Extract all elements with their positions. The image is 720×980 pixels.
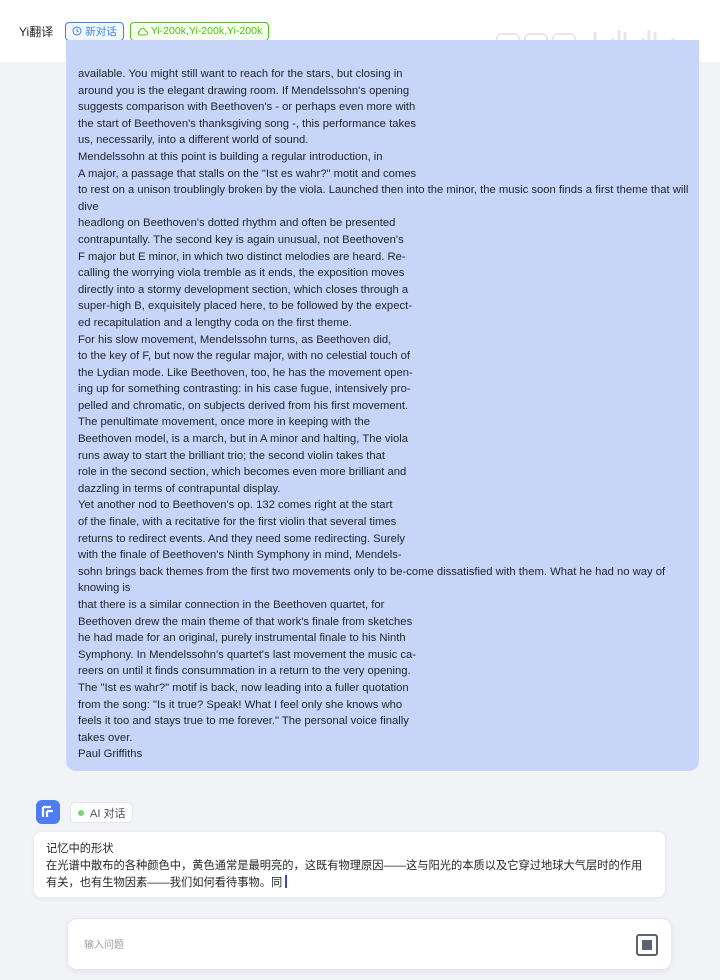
typing-cursor <box>285 875 288 888</box>
document-line: Paul Griffiths <box>78 748 143 761</box>
document-line: For his slow movement, Mendelssohn turns… <box>78 333 392 346</box>
document-line: the Lydian mode. Like Beethoven, too, he… <box>78 366 413 379</box>
document-line: contrapuntally. The second key is again … <box>78 233 404 246</box>
question-input-box <box>67 918 672 970</box>
document-line: runs away to start the brilliant trio; t… <box>78 449 386 462</box>
model-tag[interactable]: Yi-200k,Yi-200k,Yi-200k <box>129 21 270 41</box>
document-text: available. You might still want to reach… <box>78 66 689 763</box>
document-line: F major but E minor, in which two distin… <box>78 250 406 263</box>
document-line: pelled and chromatic, on subjects derive… <box>78 399 409 412</box>
question-input[interactable] <box>84 935 584 955</box>
document-line: that there is a similar connection in th… <box>78 599 385 611</box>
document-line: ing up for something contrasting: in his… <box>78 383 411 396</box>
document-line: Mendelssohn at this point is building a … <box>78 150 383 163</box>
document-line: to rest on a unison troublingly broken b… <box>78 184 692 213</box>
document-line: returns to redirect events. And they nee… <box>78 532 406 545</box>
ai-reply-title: 记忆中的形状 <box>46 843 114 855</box>
ai-chat-badge-label: AI 对话 <box>90 807 126 820</box>
document-line: The "Ist es wahr?" motif is back, now le… <box>78 681 409 694</box>
document-line: calling the worrying viola tremble as it… <box>78 267 405 280</box>
document-line: ed recapitulation and a lengthy coda on … <box>78 316 352 329</box>
clock-icon <box>72 26 82 36</box>
document-line: A major, a passage that stalls on the "I… <box>78 167 417 180</box>
document-line: super-high B, exquisitely placed here, t… <box>78 300 412 313</box>
stop-generation-button[interactable] <box>636 934 658 956</box>
document-line: with the finale of Beethoven's Ninth Sym… <box>78 549 402 562</box>
document-line: available. You might still want to reach… <box>78 68 403 80</box>
app-title: Yi翻译 <box>19 24 54 39</box>
document-line: dazzling in terms of contrapuntal displa… <box>78 482 281 495</box>
document-line: the start of Beethoven's thanksgiving so… <box>78 117 416 130</box>
document-line: reers on until it finds consummation in … <box>78 665 411 678</box>
ai-chat-badge: AI 对话 <box>70 802 134 823</box>
model-tag-label: Yi-200k,Yi-200k,Yi-200k <box>150 25 263 37</box>
document-line: Symphony. In Mendelssohn's quartet's las… <box>78 648 416 661</box>
cloud-icon <box>137 27 148 35</box>
document-line: he had made for an original, purely inst… <box>78 632 406 645</box>
new-chat-button[interactable]: 新对话 <box>65 21 124 41</box>
stop-icon <box>642 940 652 950</box>
document-line: Yet another nod to Beethoven's op. 132 c… <box>78 499 393 512</box>
document-line: from the song: "Is it true? Speak! What … <box>78 698 403 711</box>
document-line: directly into a stormy development secti… <box>78 283 409 296</box>
document-line: feels it too and stays true to me foreve… <box>78 715 409 728</box>
document-line: takes over. <box>78 731 133 744</box>
ai-reply-text: 在光谱中散布的各种颜色中，黄色通常是最明亮的，这既有物理原因——这与阳光的本质以… <box>46 860 643 889</box>
document-line: role in the second section, which become… <box>78 466 407 479</box>
ai-avatar <box>36 800 60 824</box>
document-line: The penultimate movement, once more in k… <box>78 416 371 429</box>
document-line: us, necessarily, into a different world … <box>78 134 309 147</box>
document-line: headlong on Beethoven's dotted rhythm an… <box>78 217 396 230</box>
document-line: suggests comparison with Beethoven's - o… <box>78 101 416 114</box>
document-line: to the key of F, but now the regular maj… <box>78 350 411 363</box>
document-line: of the finale, with a recitative for the… <box>78 516 397 529</box>
new-chat-label: 新对话 <box>85 25 117 38</box>
document-line: sohn brings back themes from the first t… <box>78 565 669 595</box>
document-line: Beethoven drew the main theme of that wo… <box>78 615 413 628</box>
ai-reply-text-wrap: 在光谱中散布的各种颜色中，黄色通常是最明亮的，这既有物理原因——这与阳光的本质以… <box>46 858 653 892</box>
status-dot-icon <box>78 809 84 816</box>
ai-reply-card: 记忆中的形状 在光谱中散布的各种颜色中，黄色通常是最明亮的，这既有物理原因——这… <box>33 831 666 898</box>
document-message-bubble: available. You might still want to reach… <box>66 40 699 771</box>
document-line: around you is the elegant drawing room. … <box>78 84 410 97</box>
document-line: Beethoven model, is a march, but in A mi… <box>78 433 408 446</box>
ai-logo-icon <box>41 805 53 817</box>
